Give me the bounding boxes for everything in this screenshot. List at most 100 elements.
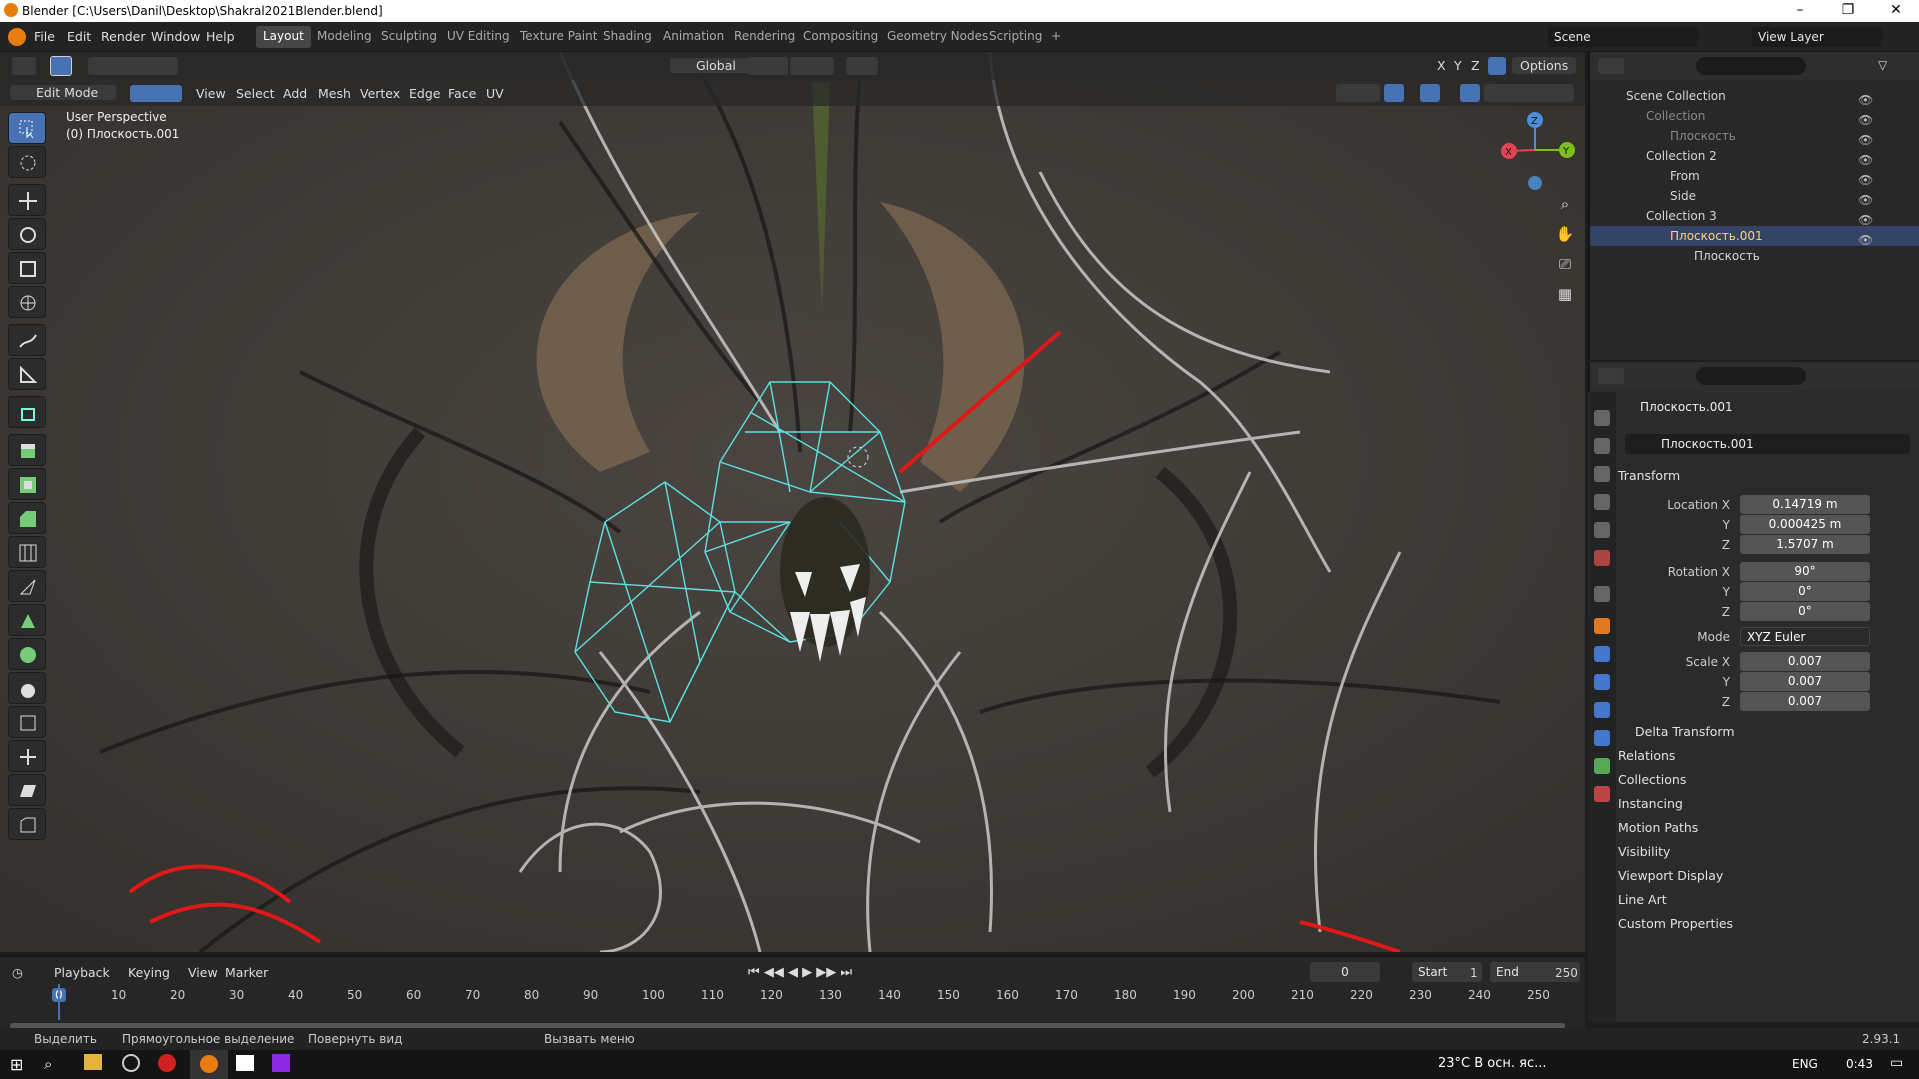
constraints-tab-icon[interactable]: [1594, 730, 1610, 746]
smooth-tool[interactable]: [8, 672, 46, 704]
tab-scripting[interactable]: Scripting: [982, 26, 1049, 48]
tab-rendering[interactable]: Rendering: [727, 26, 802, 48]
perspective-grid-icon[interactable]: ▦: [1552, 285, 1578, 311]
material-tab-icon[interactable]: [1594, 786, 1610, 802]
data-tab-icon[interactable]: [1594, 758, 1610, 774]
custom-properties-panel-header[interactable]: Custom Properties: [1618, 916, 1733, 931]
axis-z-toggle[interactable]: Z: [1471, 58, 1480, 73]
poly-build-tool[interactable]: [8, 604, 46, 636]
filter-icon[interactable]: ▽: [1878, 58, 1898, 74]
current-frame-field[interactable]: 0: [1310, 962, 1380, 982]
object-tab-icon[interactable]: [1594, 618, 1610, 634]
blender-menu-icon[interactable]: [8, 28, 26, 46]
app-taskbar-icon[interactable]: [272, 1054, 290, 1072]
line-art-panel-header[interactable]: Line Art: [1618, 892, 1667, 907]
outliner-visibility-toggles[interactable]: 👁 👁 👁 👁 👁 👁 👁 👁: [1858, 90, 1908, 260]
shading-mode-buttons[interactable]: [1484, 84, 1574, 102]
scene-selector[interactable]: Scene: [1548, 27, 1698, 47]
overlay-toggle-icon[interactable]: [1420, 84, 1440, 102]
delta-transform-header[interactable]: Delta Transform: [1635, 724, 1735, 739]
snap-icon[interactable]: [790, 57, 834, 75]
3d-viewport[interactable]: [0, 52, 1585, 952]
axis-x-toggle[interactable]: X: [1437, 58, 1446, 73]
output-tab-icon[interactable]: [1594, 466, 1610, 482]
instancing-panel-header[interactable]: Instancing: [1618, 796, 1683, 811]
clock[interactable]: 0:43: [1846, 1057, 1873, 1071]
tab-sculpting[interactable]: Sculpting: [374, 26, 444, 48]
xray-toggle-icon[interactable]: [1460, 84, 1480, 102]
rotation-mode-dropdown[interactable]: XYZ Euler: [1740, 627, 1870, 646]
zoom-icon[interactable]: ⌕: [1552, 195, 1578, 221]
auto-merge-icon[interactable]: [1488, 57, 1506, 75]
modifier-tab-icon[interactable]: [1594, 646, 1610, 662]
menu-help[interactable]: Help: [206, 29, 235, 44]
object-name-field[interactable]: Плоскость.001: [1625, 434, 1910, 454]
cursor-tool[interactable]: [8, 146, 46, 178]
visibility-icon[interactable]: [1336, 84, 1380, 102]
move-tool[interactable]: [8, 184, 46, 216]
rotate-tool[interactable]: [8, 218, 46, 250]
transform-panel-header[interactable]: Transform: [1618, 468, 1680, 483]
menu-uv[interactable]: UV: [486, 86, 504, 101]
select-box-tool[interactable]: [8, 112, 46, 144]
menu-edge[interactable]: Edge: [409, 86, 440, 101]
camera-view-icon[interactable]: ⎚: [1552, 255, 1578, 281]
mode-dropdown[interactable]: Edit Mode: [10, 85, 117, 100]
selection-mode-buttons[interactable]: [88, 57, 178, 75]
editor-type-icon[interactable]: [12, 57, 36, 75]
edge-slide-tool[interactable]: [8, 706, 46, 738]
world-tab-icon[interactable]: [1594, 550, 1610, 566]
tab-geometry-nodes[interactable]: Geometry Nodes: [880, 26, 995, 48]
collection-tab-icon[interactable]: [1594, 586, 1610, 602]
playback-controls[interactable]: ⏮ ◀◀ ◀ ▶ ▶▶ ⏭: [748, 965, 852, 980]
scene-tab-icon[interactable]: [1594, 522, 1610, 538]
timeline-view-menu[interactable]: View: [188, 965, 218, 980]
menu-add[interactable]: Add: [283, 86, 307, 101]
playback-menu[interactable]: Playback: [54, 965, 110, 980]
menu-vertex[interactable]: Vertex: [360, 86, 400, 101]
file-explorer-icon[interactable]: [84, 1054, 102, 1070]
scale-x-field[interactable]: 0.007: [1740, 652, 1870, 671]
menu-view[interactable]: View: [196, 86, 226, 101]
spin-tool[interactable]: [8, 638, 46, 670]
app-icon[interactable]: [122, 1054, 140, 1072]
view-layer-selector[interactable]: View Layer: [1752, 27, 1882, 47]
tab-texture-paint[interactable]: Texture Paint: [513, 26, 604, 48]
pan-hand-icon[interactable]: ✋: [1552, 225, 1578, 251]
close-button[interactable]: ✕: [1876, 2, 1916, 18]
menu-select[interactable]: Select: [236, 86, 275, 101]
shear-tool[interactable]: [8, 774, 46, 806]
tab-animation[interactable]: Animation: [656, 26, 731, 48]
display-mode-icon[interactable]: [1598, 58, 1624, 74]
tab-uv-editing[interactable]: UV Editing: [440, 26, 517, 48]
search-icon[interactable]: ⌕: [44, 1055, 52, 1073]
windows-start-icon[interactable]: ⊞: [10, 1055, 23, 1074]
menu-mesh[interactable]: Mesh: [318, 86, 351, 101]
axis-y-toggle[interactable]: Y: [1454, 58, 1462, 73]
menu-window[interactable]: Window: [151, 29, 200, 44]
properties-editor-icon[interactable]: [1598, 368, 1624, 384]
end-frame-value[interactable]: 250: [1555, 966, 1578, 980]
select-mode-icon[interactable]: [50, 56, 72, 76]
knife-tool[interactable]: [8, 570, 46, 602]
start-frame-value[interactable]: 1: [1470, 966, 1478, 980]
maximize-button[interactable]: ❐: [1828, 2, 1868, 18]
scale-tool[interactable]: [8, 252, 46, 284]
scale-y-field[interactable]: 0.007: [1740, 672, 1870, 691]
particles-tab-icon[interactable]: [1594, 674, 1610, 690]
weather-widget[interactable]: 23°C В осн. яс...: [1438, 1056, 1547, 1071]
add-workspace-button[interactable]: +: [1044, 26, 1068, 48]
rotation-y-field[interactable]: 0°: [1740, 582, 1870, 601]
tab-layout[interactable]: Layout: [256, 26, 311, 48]
properties-search-input[interactable]: [1696, 367, 1806, 385]
viewport-display-panel-header[interactable]: Viewport Display: [1618, 868, 1723, 883]
menu-face[interactable]: Face: [448, 86, 476, 101]
annotate-tool[interactable]: [8, 324, 46, 356]
location-x-field[interactable]: 0.14719 m: [1740, 495, 1870, 514]
pivot-point-icon[interactable]: [748, 57, 788, 75]
minimize-button[interactable]: –: [1780, 2, 1820, 18]
options-dropdown[interactable]: Options: [1512, 57, 1577, 74]
rotation-x-field[interactable]: 90°: [1740, 562, 1870, 581]
tab-modeling[interactable]: Modeling: [310, 26, 379, 48]
gizmo-toggle-icon[interactable]: [1384, 84, 1404, 102]
